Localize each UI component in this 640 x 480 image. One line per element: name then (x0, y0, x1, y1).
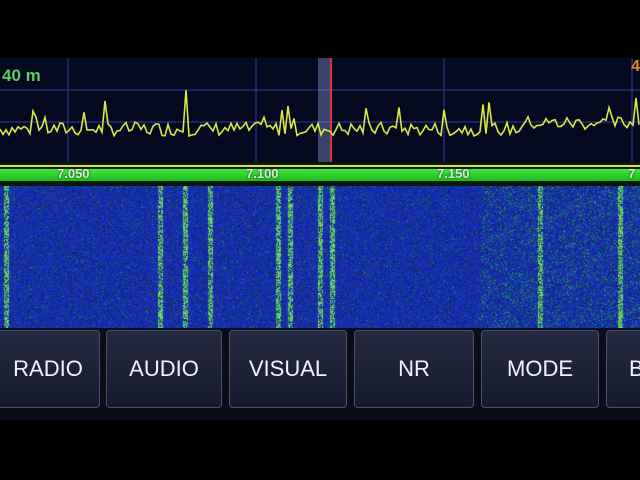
audio-button[interactable]: AUDIO (106, 330, 222, 408)
toolbar: RADIO AUDIO VISUAL NR MODE B (0, 328, 640, 420)
mode-button[interactable]: MODE (481, 330, 599, 408)
waterfall-display[interactable] (0, 186, 640, 328)
nr-button[interactable]: NR (354, 330, 474, 408)
sdr-screen: 40 m 4 7.050 7.100 7.150 7 RADIO AUDIO V… (0, 58, 640, 420)
band-label: 40 m (2, 66, 41, 85)
spectrum-plot (0, 58, 640, 162)
frequency-scale[interactable]: 7.050 7.100 7.150 7 (0, 162, 640, 186)
corner-indicator: 4 (631, 58, 640, 75)
bezel (0, 420, 640, 480)
frequency-tick: 7.150 (437, 166, 470, 181)
scale-bar (0, 169, 640, 181)
scale-top-line (0, 165, 640, 167)
radio-button[interactable]: RADIO (0, 330, 100, 408)
frequency-tick: 7 (628, 166, 636, 181)
waterfall-canvas (0, 186, 640, 328)
more-button[interactable]: B (606, 330, 640, 408)
tuning-marker[interactable] (318, 58, 330, 162)
frequency-tick: 7.050 (57, 166, 90, 181)
visual-button[interactable]: VISUAL (229, 330, 347, 408)
spectrum-display[interactable]: 40 m 4 (0, 58, 640, 162)
frequency-tick: 7.100 (246, 166, 279, 181)
